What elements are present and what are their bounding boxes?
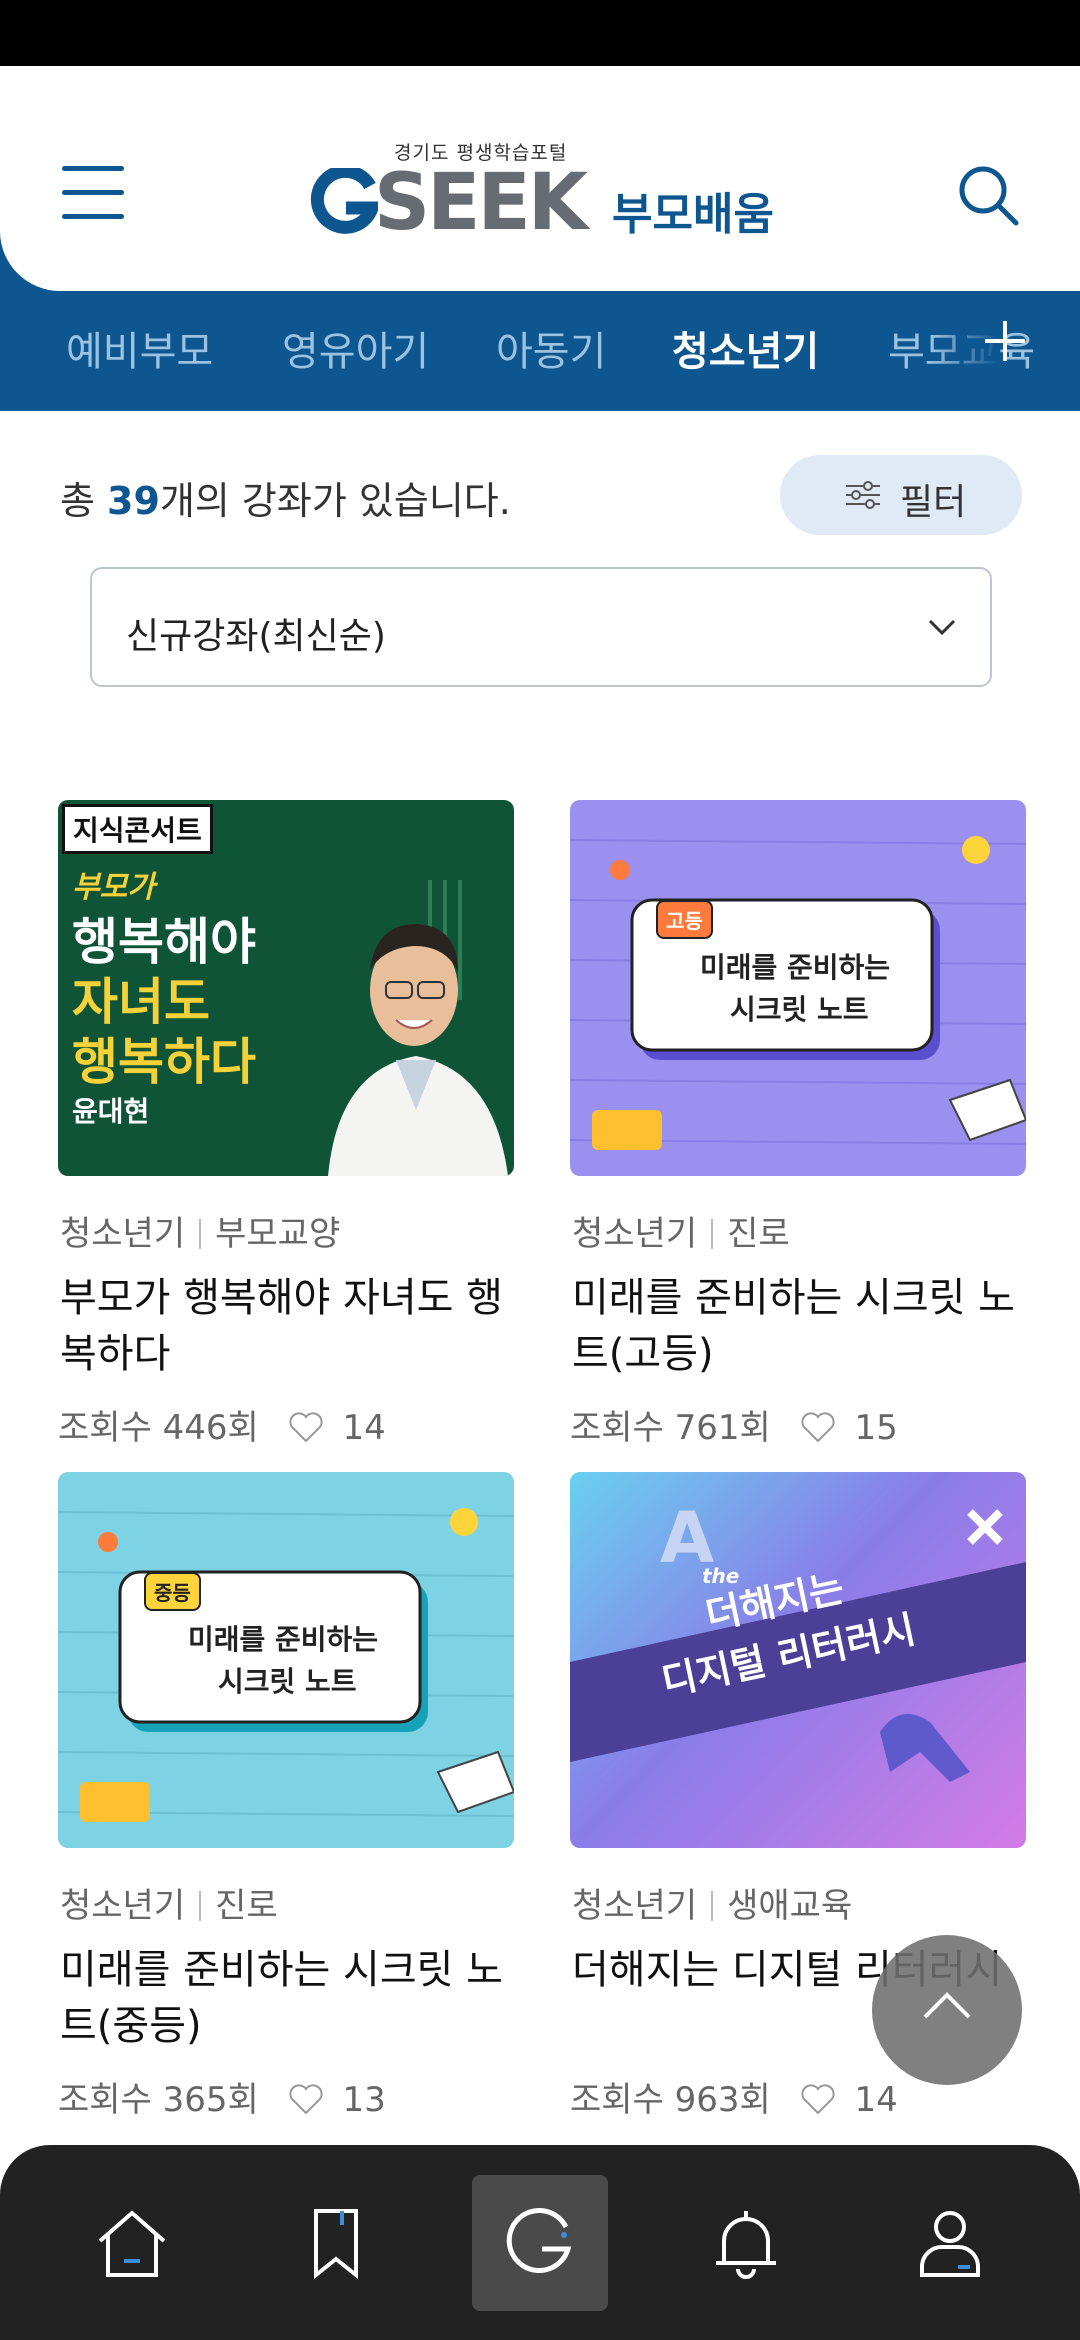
- subcategory-label: 진로: [215, 1886, 278, 1926]
- logo-text: SEEK: [374, 158, 588, 248]
- bell-icon: [716, 2211, 776, 2279]
- course-category: 청소년기 생애교육: [572, 1878, 852, 1927]
- thumb-line: 미래를 준비하는: [700, 951, 891, 984]
- heart-icon[interactable]: [800, 2083, 836, 2115]
- g-logo-icon: [506, 2208, 572, 2273]
- view-count: 조회수 446회: [58, 1408, 259, 1448]
- sliders-icon: [846, 481, 880, 509]
- category-tabs: 예비부모 영유아기 아동기 청소년기 부모교육: [0, 291, 1080, 411]
- category-label: 청소년기: [572, 1214, 698, 1254]
- nav-gseek[interactable]: [472, 2175, 608, 2311]
- nav-notifications[interactable]: [678, 2175, 814, 2311]
- thumb-author: 윤대현: [72, 1095, 150, 1128]
- filter-label: 필터: [900, 482, 967, 523]
- course-title[interactable]: 부모가 행복해야 자녀도 행복하다: [60, 1270, 516, 1382]
- site-logo[interactable]: 경기도 평생학습포털 SEEK 부모배움: [310, 138, 780, 248]
- header: 경기도 평생학습포털 SEEK 부모배움 예비부모 영유아기 아동기 청소년기 …: [0, 66, 1080, 411]
- course-thumbnail[interactable]: 지식콘서트 부모가 행복해야 자녀도 행복하다 윤대현: [58, 800, 514, 1176]
- course-category: 청소년기 부모교양: [60, 1206, 340, 1255]
- course-thumbnail[interactable]: A the 더해지는 디지털 리터러시: [570, 1472, 1026, 1848]
- like-count: 15: [854, 1408, 898, 1448]
- course-thumbnail[interactable]: 고등 미래를 준비하는 시크릿 노트: [570, 800, 1026, 1176]
- lecturer-photo: [328, 880, 508, 1176]
- user-icon: [920, 2211, 980, 2277]
- heart-icon[interactable]: [800, 1411, 836, 1443]
- tab-child[interactable]: 아동기: [496, 319, 606, 377]
- like-count: 13: [342, 2080, 386, 2120]
- subcategory-label: 부모교양: [215, 1214, 341, 1254]
- category-label: 청소년기: [572, 1886, 698, 1926]
- course-title[interactable]: 미래를 준비하는 시크릿 노트(중등): [60, 1942, 516, 2054]
- sort-value: 신규강좌(최신순): [126, 616, 386, 657]
- like-count: 14: [342, 1408, 386, 1448]
- thumb-line: 부모가: [72, 870, 155, 905]
- heart-icon[interactable]: [288, 1411, 324, 1443]
- logo-korean: 부모배움: [612, 189, 774, 240]
- view-count: 조회수 365회: [58, 2080, 259, 2120]
- course-stats: 조회수 446회 14: [58, 1400, 386, 1449]
- header-top: 경기도 평생학습포털 SEEK 부모배움: [0, 66, 1080, 291]
- course-stats: 조회수 963회 14: [570, 2072, 898, 2121]
- category-label: 청소년기: [60, 1214, 186, 1254]
- logo-g-icon: [310, 168, 378, 234]
- subcategory-label: 생애교육: [727, 1886, 853, 1926]
- thumb-line: 미래를 준비하는: [188, 1623, 379, 1656]
- scroll-top-button[interactable]: [872, 1935, 1022, 2085]
- thumb-line: 시크릿 노트: [730, 993, 869, 1026]
- thumb-tag: 지식콘서트: [62, 804, 213, 854]
- course-stats: 조회수 365회 13: [58, 2072, 386, 2121]
- bottom-navigation: [0, 2145, 1080, 2340]
- filter-button[interactable]: 필터: [780, 455, 1022, 535]
- course-stats: 조회수 761회 15: [570, 1400, 898, 1449]
- thumb-badge: 고등: [656, 900, 713, 939]
- tab-teen[interactable]: 청소년기: [672, 319, 819, 377]
- plus-icon[interactable]: [975, 311, 1035, 371]
- course-count: 39: [107, 479, 160, 523]
- hamburger-icon[interactable]: [62, 166, 124, 219]
- thumb-line: 행복하다: [72, 1033, 256, 1091]
- tab-infant[interactable]: 영유아기: [282, 319, 429, 377]
- nav-bookmark[interactable]: [268, 2175, 404, 2311]
- chevron-down-icon: [928, 619, 956, 636]
- nav-home[interactable]: [64, 2175, 200, 2311]
- search-icon[interactable]: [955, 162, 1021, 228]
- tab-pre-parent[interactable]: 예비부모: [66, 319, 213, 377]
- home-icon: [98, 2210, 166, 2277]
- course-category: 청소년기 진로: [60, 1878, 278, 1927]
- summary-suffix: 개의 강좌가 있습니다.: [159, 479, 511, 523]
- view-count: 조회수 963회: [570, 2080, 771, 2120]
- summary-prefix: 총: [60, 479, 108, 523]
- status-bar: [0, 0, 1080, 66]
- thumb-badge: 중등: [144, 1572, 201, 1611]
- sort-select[interactable]: 신규강좌(최신순): [90, 567, 992, 687]
- bookmark-icon: [314, 2209, 358, 2280]
- course-thumbnail[interactable]: 중등 미래를 준비하는 시크릿 노트: [58, 1472, 514, 1848]
- course-title[interactable]: 미래를 준비하는 시크릿 노트(고등): [572, 1270, 1028, 1382]
- category-label: 청소년기: [60, 1886, 186, 1926]
- nav-profile[interactable]: [882, 2175, 1018, 2311]
- course-category: 청소년기 진로: [572, 1206, 790, 1255]
- subcategory-label: 진로: [727, 1214, 790, 1254]
- like-count: 14: [854, 2080, 898, 2120]
- heart-icon[interactable]: [288, 2083, 324, 2115]
- thumb-line: 시크릿 노트: [218, 1665, 357, 1698]
- chevron-up-icon: [923, 1992, 971, 2019]
- view-count: 조회수 761회: [570, 1408, 771, 1448]
- course-count-summary: 총 39개의 강좌가 있습니다.: [60, 470, 511, 525]
